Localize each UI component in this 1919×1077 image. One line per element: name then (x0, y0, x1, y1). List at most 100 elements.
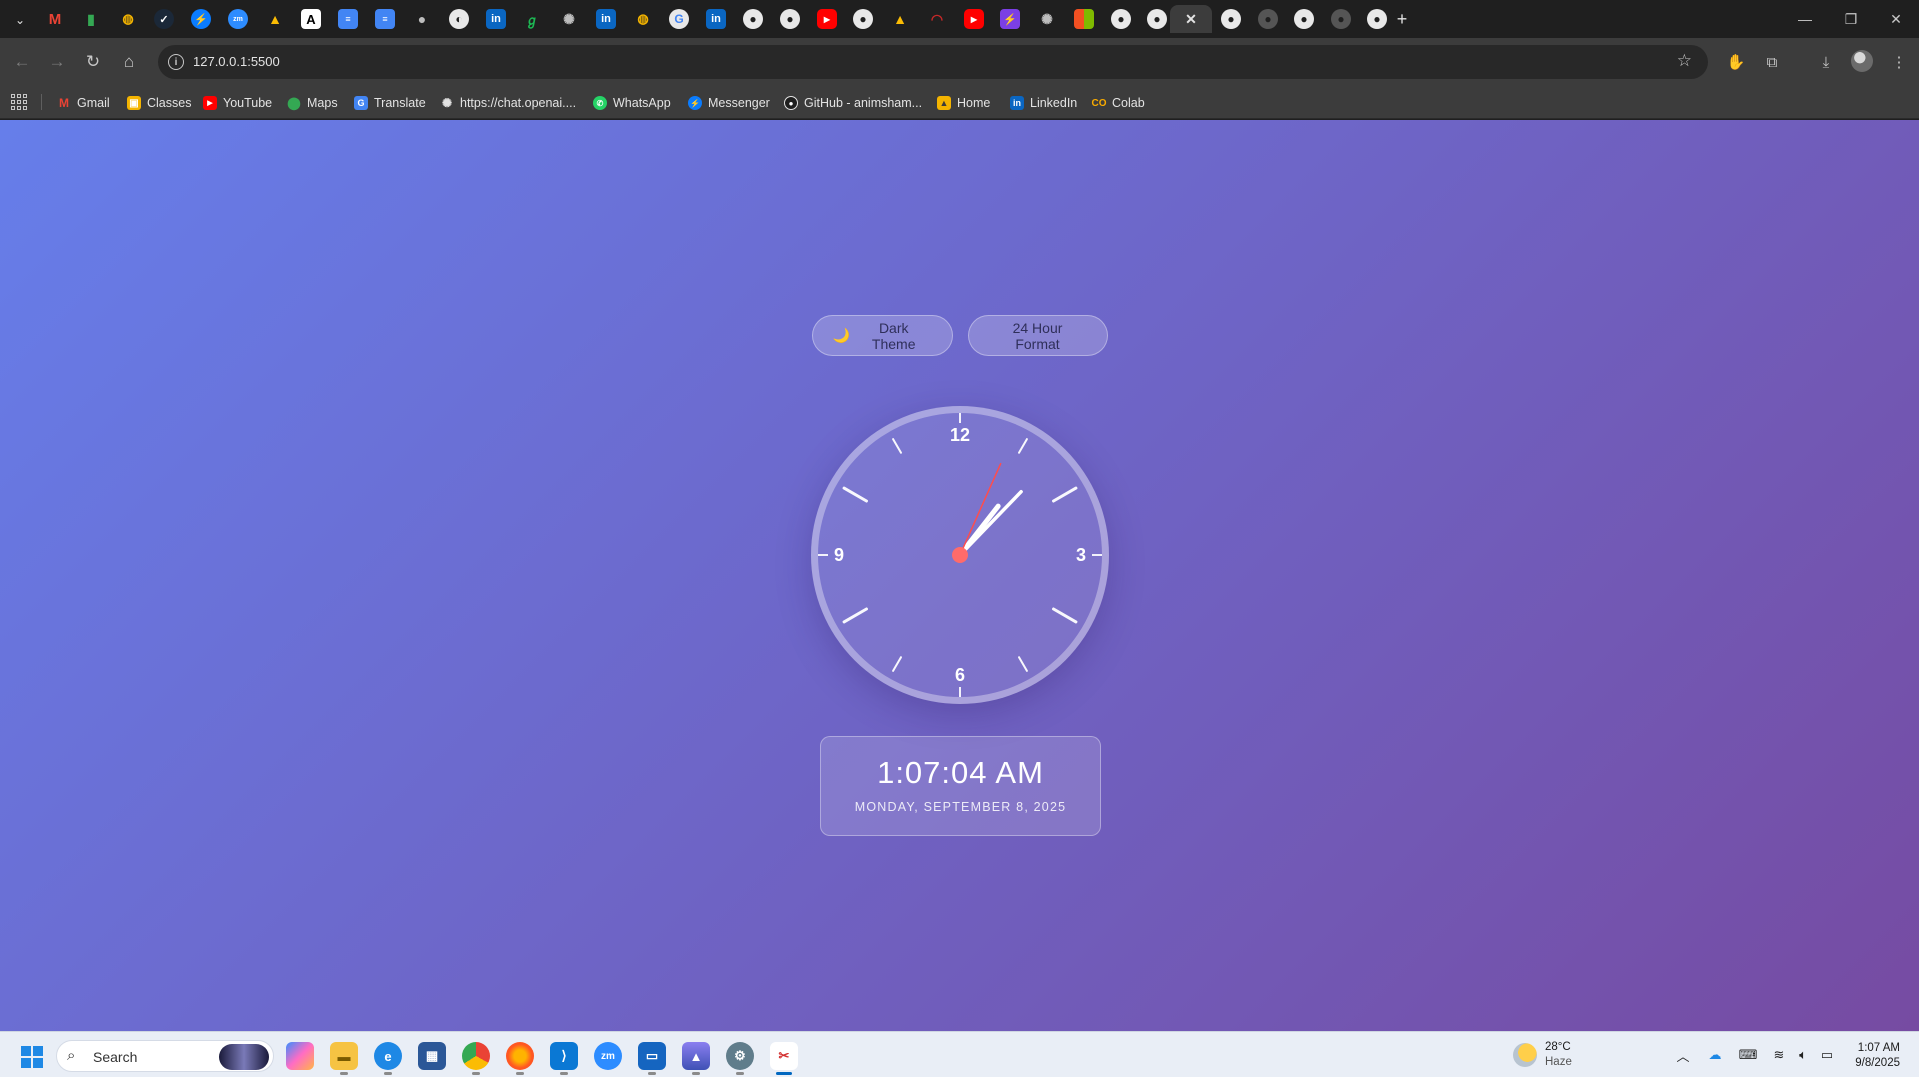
extensions-puzzle-icon[interactable]: ⧉ (1759, 49, 1785, 75)
dark-theme-label: Dark Theme (871, 319, 916, 352)
clock-tick (1052, 607, 1078, 624)
github-tab-icon[interactable]: ● (1147, 9, 1167, 29)
google-tab-icon[interactable]: G (669, 9, 689, 29)
wifi-icon[interactable]: ≋ (1770, 1046, 1788, 1064)
firefox-icon[interactable] (506, 1042, 534, 1075)
web-tab-icon[interactable]: ◍ (118, 9, 138, 29)
github-tab-icon[interactable]: ● (1294, 9, 1314, 29)
bookmark-classes[interactable]: ▣ Classes (127, 93, 191, 113)
close-window-icon[interactable]: ✕ (1876, 6, 1916, 32)
messenger-tab-icon[interactable]: ⚡ (191, 9, 211, 29)
system-clock[interactable]: 1:07 AM 9/8/2025 (1850, 1041, 1900, 1071)
chrome-icon[interactable] (462, 1042, 490, 1075)
github-tab-icon[interactable]: ● (1258, 9, 1278, 29)
windows-start-icon[interactable] (21, 1046, 43, 1068)
menu-kebab-icon[interactable]: ⋮ (1886, 49, 1912, 75)
snipping-tool-icon[interactable]: ✂ (770, 1042, 798, 1075)
active-tab-close-icon[interactable]: ✕ (1170, 5, 1212, 33)
restore-icon[interactable]: ❐ (1831, 6, 1871, 32)
bookmark-translate[interactable]: G Translate (354, 93, 426, 113)
url-text[interactable]: 127.0.0.1:5500 (193, 54, 280, 69)
youtube-tab-icon[interactable]: ▶ (964, 9, 984, 29)
minimize-icon[interactable]: — (1785, 6, 1825, 32)
openai-tab-icon[interactable]: ✺ (1037, 9, 1057, 29)
keyboard-icon[interactable]: ⌨ (1739, 1046, 1758, 1064)
volume-icon[interactable]: 🔈︎ (1794, 1046, 1812, 1064)
copilot-icon[interactable] (286, 1042, 314, 1070)
bookmark-youtube[interactable]: ▶ YouTube (203, 93, 272, 113)
vscode-icon[interactable]: ⟩ (550, 1042, 578, 1075)
globe-tab-icon[interactable]: ◐ (449, 9, 469, 29)
app-tab-icon[interactable]: ⚡ (1000, 9, 1020, 29)
edge-icon[interactable]: e (374, 1042, 402, 1075)
github-tab-icon[interactable]: ● (1331, 9, 1351, 29)
drive-tab-icon[interactable]: ▲ (890, 9, 910, 29)
bookmark-messenger[interactable]: ⚡ Messenger (688, 93, 770, 113)
microsoft-tab-icon[interactable] (1074, 9, 1094, 29)
github-tab-icon[interactable]: ● (1111, 9, 1131, 29)
taskbar-search[interactable]: ⌕ Search (56, 1040, 274, 1072)
linkedin-tab-icon[interactable]: in (596, 9, 616, 29)
youtube-tab-icon[interactable]: ▶ (817, 9, 837, 29)
reload-icon[interactable]: ↻ (79, 48, 107, 76)
clock-face: 12 3 6 9 (818, 413, 1102, 697)
browser-toolbar: ← → ↻ ⌂ i 127.0.0.1:5500 ☆ ✋ ⧉ ⤓ ⋮ (0, 38, 1919, 86)
bookmark-label: https://chat.openai.... (460, 96, 577, 110)
home-icon[interactable]: ⌂ (115, 48, 143, 76)
bookmark-colab[interactable]: CO Colab (1092, 93, 1145, 113)
zoom-tab-icon[interactable]: zm (228, 9, 248, 29)
site-info-icon[interactable]: i (168, 54, 184, 70)
remote-desktop-icon[interactable]: ▭ (638, 1042, 666, 1075)
bookmark-star-icon[interactable]: ☆ (1677, 51, 1692, 71)
docs-tab-icon[interactable]: ≡ (375, 9, 395, 29)
address-bar[interactable]: i 127.0.0.1:5500 ☆ (158, 45, 1708, 79)
download-icon[interactable]: ⤓ (1813, 49, 1839, 75)
profile-avatar[interactable] (1851, 50, 1873, 72)
analytics-tab-icon[interactable]: ▮ (81, 9, 101, 29)
battery-icon[interactable]: ▭ (1818, 1046, 1836, 1064)
weather-widget[interactable]: 28°C Haze (1513, 1040, 1572, 1070)
docs-tab-icon[interactable]: ≡ (338, 9, 358, 29)
onedrive-cloud-icon[interactable]: ☁ (1706, 1046, 1724, 1064)
apps-grid-icon[interactable] (11, 94, 27, 110)
bookmark-separator (41, 94, 42, 110)
clock-tick (842, 486, 868, 503)
drive-tab-icon[interactable]: ▲ (265, 9, 285, 29)
bookmark-linkedin[interactable]: in LinkedIn (1010, 93, 1077, 113)
app-tab-icon[interactable]: ℊ (522, 9, 542, 29)
bookmark-home[interactable]: ▲ Home (937, 93, 990, 113)
web-tab-icon[interactable]: ◍ (633, 9, 653, 29)
linkedin-tab-icon[interactable]: in (706, 9, 726, 29)
bookmark-whatsapp[interactable]: ✆ WhatsApp (593, 93, 671, 113)
settings-gear-icon[interactable]: ⚙ (726, 1042, 754, 1075)
photos-icon[interactable]: ▲ (682, 1042, 710, 1075)
github-tab-icon[interactable]: ● (780, 9, 800, 29)
hour-format-button[interactable]: 24 Hour Format (967, 315, 1108, 356)
bookmark-gmail[interactable]: M Gmail (57, 93, 110, 113)
github-tab-icon[interactable]: ● (1221, 9, 1241, 29)
steam-tab-icon[interactable]: ✓ (154, 9, 174, 29)
bookmark-github[interactable]: ● GitHub - animsham... (784, 93, 922, 113)
forward-arrow-icon[interactable]: → (43, 48, 71, 76)
zoom-icon[interactable]: zm (594, 1042, 622, 1070)
font-tab-icon[interactable]: A (301, 9, 321, 29)
app-tab-icon[interactable]: ◠ (927, 9, 947, 29)
store-icon[interactable]: ▦ (418, 1042, 446, 1070)
chevron-up-icon[interactable]: ︿ (1674, 1046, 1692, 1064)
openai-tab-icon[interactable]: ✺ (559, 9, 579, 29)
web-tab-icon[interactable]: ● (412, 9, 432, 29)
github-tab-icon[interactable]: ● (743, 9, 763, 29)
linkedin-tab-icon[interactable]: in (486, 9, 506, 29)
bookmark-chatgpt[interactable]: ✺ https://chat.openai.... (440, 93, 576, 113)
tab-search-button[interactable]: ⌄ (8, 8, 32, 32)
dark-theme-button[interactable]: 🌙 Dark Theme (811, 315, 953, 356)
new-tab-plus-icon[interactable]: + (1392, 9, 1412, 29)
extension-hand-icon[interactable]: ✋ (1723, 49, 1749, 75)
gmail-tab-icon[interactable]: M (45, 9, 65, 29)
back-arrow-icon[interactable]: ← (8, 48, 36, 76)
github-tab-icon[interactable]: ● (853, 9, 873, 29)
github-tab-icon[interactable]: ● (1367, 9, 1387, 29)
file-explorer-icon[interactable]: ▬ (330, 1042, 358, 1075)
bookmark-maps[interactable]: ⬤ Maps (287, 93, 338, 113)
bookmark-label: Maps (307, 96, 338, 110)
